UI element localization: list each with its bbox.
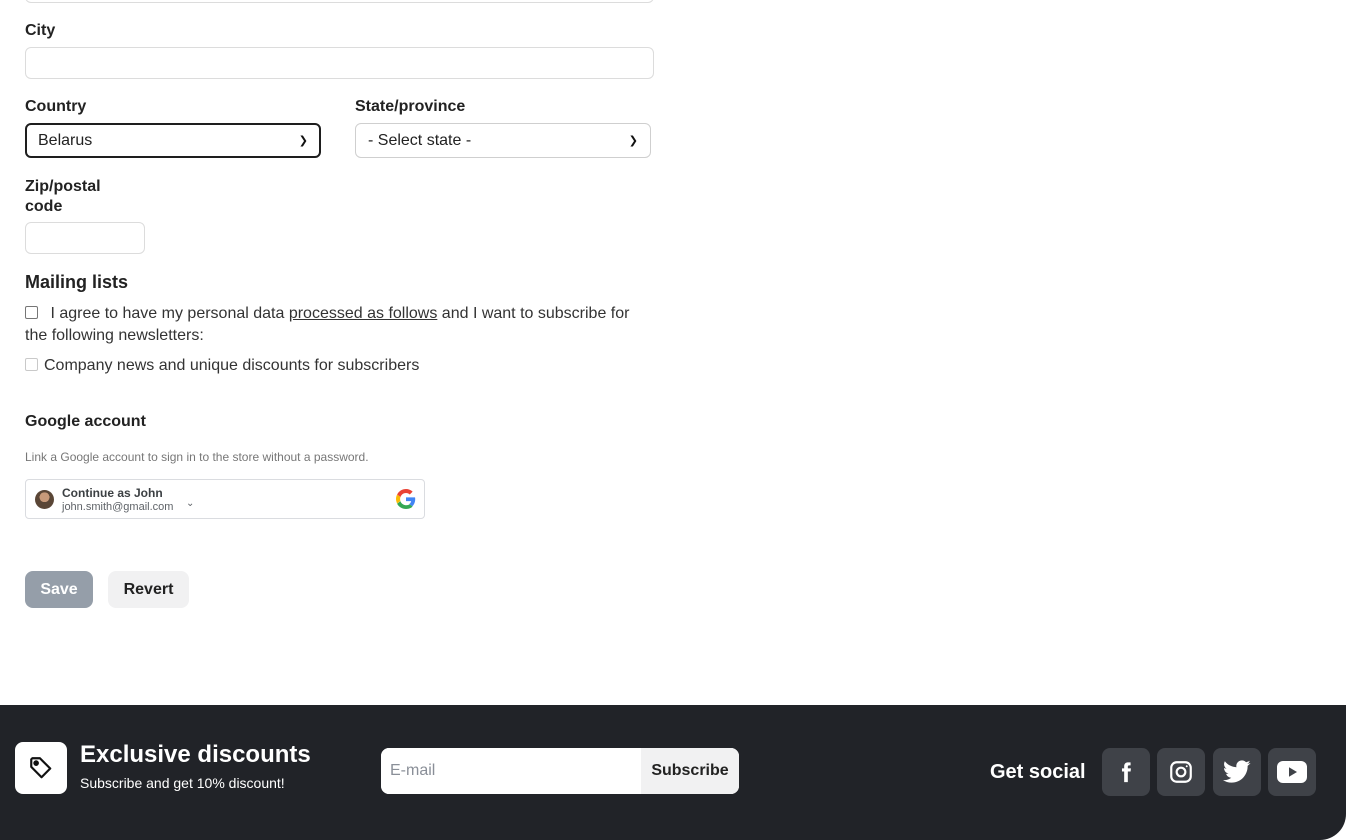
newsletter-option: Company news and unique discounts for su… (25, 355, 419, 377)
save-button[interactable]: Save (25, 571, 93, 608)
google-email: john.smith@gmail.com (62, 501, 174, 513)
agree-consent: I agree to have my personal data process… (25, 303, 655, 347)
chevron-down-icon: ❯ (298, 135, 308, 147)
youtube-icon (1277, 761, 1307, 783)
youtube-button[interactable] (1268, 748, 1316, 796)
facebook-button[interactable] (1102, 748, 1150, 796)
google-continue-button[interactable]: Continue as John john.smith@gmail.com ⌄ (25, 479, 425, 519)
twitter-icon (1223, 760, 1251, 783)
state-select[interactable]: - Select state - ❯ (355, 123, 651, 158)
revert-button[interactable]: Revert (108, 571, 189, 608)
continue-label: Continue as John (62, 486, 163, 500)
zip-label: Zip/postal code (25, 178, 101, 215)
subscribe-button[interactable]: Subscribe (641, 748, 739, 794)
chevron-down-icon: ❯ (628, 135, 638, 147)
newsletter-label: Company news and unique discounts for su… (44, 357, 420, 374)
google-account-title: Google account (25, 413, 146, 430)
avatar (35, 490, 54, 509)
city-label: City (25, 22, 56, 39)
tag-icon (30, 757, 52, 779)
google-icon (396, 489, 416, 509)
country-select[interactable]: Belarus ❯ (25, 123, 321, 158)
agree-checkbox[interactable] (25, 306, 38, 319)
facebook-icon (1121, 762, 1131, 783)
address-input-edge[interactable] (25, 0, 654, 3)
instagram-button[interactable] (1157, 748, 1205, 796)
newsletter-checkbox[interactable] (25, 358, 38, 371)
social-title: Get social (990, 761, 1086, 783)
instagram-icon (1170, 761, 1192, 783)
country-select-value: Belarus (38, 131, 93, 149)
google-account-hint: Link a Google account to sign in to the … (25, 450, 369, 464)
discount-tag-tile (15, 742, 67, 794)
twitter-button[interactable] (1213, 748, 1261, 796)
state-select-value: - Select state - (368, 131, 472, 149)
email-input[interactable] (381, 748, 641, 794)
newsletter-form: Subscribe (381, 748, 739, 794)
city-input[interactable] (25, 47, 654, 79)
promo-subtitle: Subscribe and get 10% discount! (80, 775, 285, 791)
state-label: State/province (355, 98, 466, 115)
country-label: Country (25, 98, 87, 115)
chevron-down-icon: ⌄ (186, 498, 195, 509)
mailing-lists-title: Mailing lists (25, 272, 129, 292)
promo-title: Exclusive discounts (80, 741, 311, 768)
footer: Exclusive discounts Subscribe and get 10… (0, 705, 1346, 840)
agree-text-prefix: I agree to have my personal data (50, 305, 285, 322)
zip-input[interactable] (25, 222, 145, 254)
processed-as-follows-link[interactable]: processed as follows (289, 305, 438, 322)
